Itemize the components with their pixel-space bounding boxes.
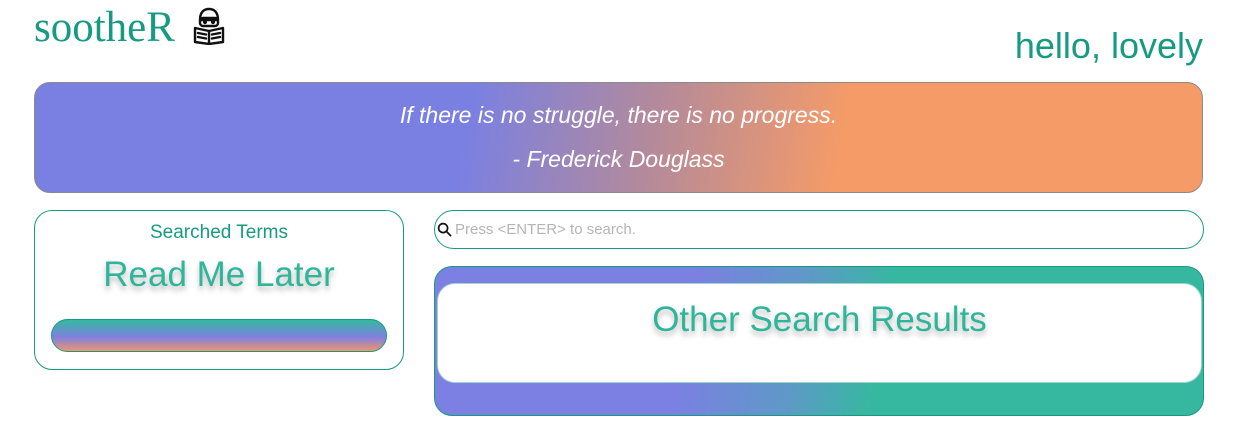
- search-input[interactable]: [455, 214, 1203, 245]
- searched-terms-title: Searched Terms: [150, 222, 288, 243]
- searched-terms-panel: Searched Terms Read Me Later: [34, 210, 404, 370]
- quote-author: - Frederick Douglass: [512, 146, 725, 172]
- search-bar[interactable]: [434, 210, 1204, 249]
- search-icon: [437, 222, 452, 237]
- other-results-heading: Other Search Results: [652, 300, 987, 339]
- logo-text: sootheR: [34, 4, 175, 51]
- quote-banner: If there is no struggle, there is no pro…: [34, 82, 1203, 193]
- read-me-later-heading: Read Me Later: [103, 255, 335, 294]
- other-results-card: Other Search Results: [437, 283, 1202, 383]
- reading-person-icon: [193, 7, 225, 45]
- greeting: hello, lovely: [1014, 25, 1203, 66]
- app-root: sootheR hello, lovely If there is no str…: [0, 0, 1243, 441]
- quote-text: If there is no struggle, there is no pro…: [399, 102, 838, 128]
- search-results-panel: Other Search Results: [434, 266, 1204, 416]
- logo[interactable]: sootheR: [34, 6, 229, 49]
- read-later-button[interactable]: [51, 319, 387, 352]
